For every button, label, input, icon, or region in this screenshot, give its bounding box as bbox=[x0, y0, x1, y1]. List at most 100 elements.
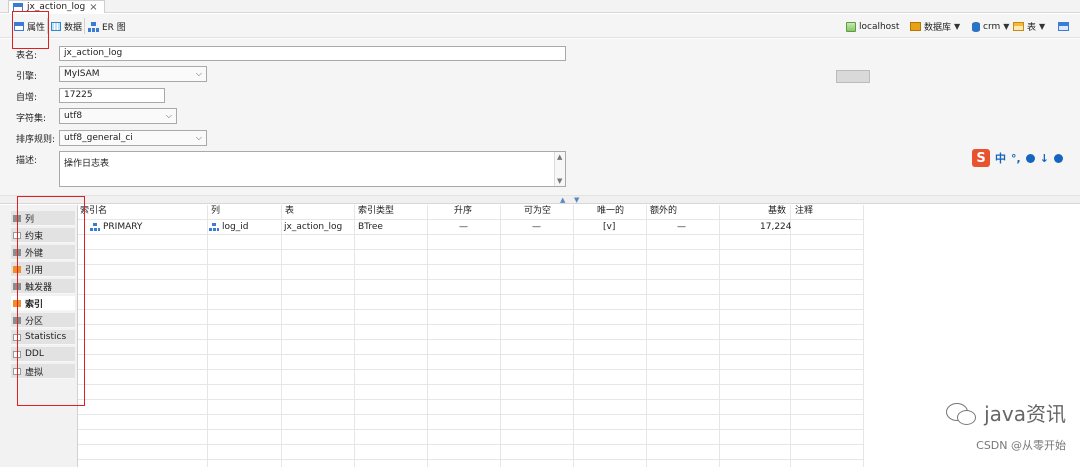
cell-index-type[interactable]: BTree bbox=[358, 220, 383, 234]
subtab-label: 索引 bbox=[25, 299, 44, 310]
panel-splitter[interactable]: ▲ ▼ bbox=[0, 195, 1080, 204]
triggers-icon bbox=[13, 282, 21, 290]
er-diagram-icon bbox=[88, 21, 99, 32]
microphone-icon[interactable]: ↓ bbox=[1040, 152, 1049, 165]
table-icon bbox=[14, 22, 24, 31]
grid-divider bbox=[78, 279, 863, 280]
cell-table[interactable]: jx_action_log bbox=[284, 220, 342, 234]
watermark: java资讯 bbox=[946, 398, 1066, 427]
database-selector[interactable]: 数据库 ▼ bbox=[910, 19, 960, 34]
cell-extra[interactable]: — bbox=[677, 220, 686, 234]
cell-column[interactable]: log_id bbox=[209, 220, 248, 234]
punctuation-icon[interactable]: °, bbox=[1011, 152, 1021, 165]
subtab-constraints[interactable]: 约束 bbox=[11, 228, 75, 243]
subtab-label: DDL bbox=[25, 349, 44, 359]
column-header-nullable[interactable]: 可为空 bbox=[524, 205, 551, 218]
watermark-source: CSDN @从零开始 bbox=[976, 439, 1066, 452]
subtab-partitions[interactable]: 分区 bbox=[11, 313, 75, 328]
grid-divider bbox=[427, 205, 428, 467]
cell-unique[interactable]: [v] bbox=[603, 220, 615, 234]
table-icon bbox=[1013, 22, 1024, 31]
grid-divider bbox=[500, 205, 501, 467]
description-textarea[interactable]: 操作日志表 ▲ ▼ bbox=[59, 151, 566, 187]
virtual-icon bbox=[13, 367, 21, 375]
chevron-down-icon: ▼ bbox=[1003, 22, 1010, 31]
tab-data[interactable]: 数据 bbox=[51, 19, 82, 34]
subtab-columns[interactable]: 列 bbox=[11, 211, 75, 226]
tab-er-diagram[interactable]: ER 图 bbox=[88, 19, 126, 34]
collation-value: utf8_general_ci bbox=[64, 133, 133, 143]
collation-select[interactable]: utf8_general_ci ⌵ bbox=[59, 130, 207, 146]
chevron-down-icon: ⌵ bbox=[195, 133, 202, 142]
wechat-icon bbox=[946, 401, 977, 425]
subtab-ddl[interactable]: DDL bbox=[11, 347, 75, 362]
subtab-indexes[interactable]: 索引 bbox=[11, 296, 75, 311]
column-header-table[interactable]: 表 bbox=[285, 205, 294, 218]
column-header-extra[interactable]: 额外的 bbox=[650, 205, 677, 218]
database-label: 数据库 bbox=[924, 23, 952, 33]
document-tab[interactable]: jx_action_log × bbox=[8, 0, 105, 13]
floating-tooltip-chip bbox=[836, 70, 870, 83]
description-value: 操作日志表 bbox=[64, 159, 110, 169]
chevron-down-icon: ⌵ bbox=[195, 69, 202, 78]
column-header-ascending[interactable]: 升序 bbox=[454, 205, 472, 218]
toolbar-divider bbox=[84, 18, 85, 34]
table-icon bbox=[1058, 22, 1069, 31]
grid-divider bbox=[573, 205, 574, 467]
scroll-up-icon[interactable]: ▲ bbox=[557, 153, 562, 161]
schema-icon bbox=[972, 21, 980, 32]
subtab-references[interactable]: 引用 bbox=[11, 262, 75, 277]
document-tab-title: jx_action_log bbox=[27, 2, 86, 12]
subtab-triggers[interactable]: 触发器 bbox=[11, 279, 75, 294]
column-header-index-name[interactable]: 索引名 bbox=[80, 205, 107, 218]
toolbar-divider bbox=[47, 18, 48, 34]
collapse-down-icon[interactable]: ▼ bbox=[574, 196, 579, 204]
grid-divider bbox=[719, 205, 720, 467]
ime-language-indicator[interactable]: 中 bbox=[995, 150, 1006, 166]
engine-select[interactable]: MyISAM ⌵ bbox=[59, 66, 207, 82]
scroll-down-icon[interactable]: ▼ bbox=[557, 177, 562, 185]
textarea-scrollbar[interactable]: ▲ ▼ bbox=[554, 152, 565, 186]
charset-label: 字符集: bbox=[16, 114, 47, 124]
grid-divider bbox=[78, 219, 863, 220]
subtab-statistics[interactable]: Statistics bbox=[11, 330, 75, 345]
host-label: localhost bbox=[859, 21, 900, 32]
table-name-field[interactable]: jx_action_log bbox=[59, 46, 566, 61]
grid-divider bbox=[790, 205, 791, 467]
table-row[interactable]: PRIMARY bbox=[90, 220, 142, 234]
subtab-virtual[interactable]: 虚拟 bbox=[11, 364, 75, 379]
tab-properties[interactable]: 属性 bbox=[14, 19, 45, 34]
auto-increment-field[interactable]: 17225 bbox=[59, 88, 165, 103]
column-header-index-type[interactable]: 索引类型 bbox=[358, 205, 394, 218]
chevron-down-icon: ▼ bbox=[954, 22, 961, 31]
references-icon bbox=[13, 265, 21, 273]
grid-divider bbox=[78, 384, 863, 385]
constraints-icon bbox=[13, 231, 21, 239]
collapse-up-icon[interactable]: ▲ bbox=[560, 196, 565, 204]
emoji-icon[interactable] bbox=[1025, 153, 1035, 163]
subtab-label: 列 bbox=[25, 214, 35, 225]
column-header-column[interactable]: 列 bbox=[211, 205, 220, 218]
grid-divider bbox=[78, 414, 863, 415]
keyboard-icon[interactable] bbox=[1053, 153, 1063, 163]
cell-cardinality[interactable]: 17,224 bbox=[760, 220, 792, 234]
host-selector[interactable]: localhost bbox=[846, 19, 899, 34]
table-overflow-button[interactable] bbox=[1058, 19, 1069, 34]
editor-toolbar: 属性 数据 ER 图 localhost 数据库 ▼ crm ▼ 表 ▼ bbox=[0, 14, 1080, 38]
column-header-unique[interactable]: 唯一的 bbox=[597, 205, 624, 218]
description-label: 描述: bbox=[16, 156, 38, 166]
database-icon bbox=[910, 22, 921, 31]
grid-divider bbox=[281, 205, 282, 467]
charset-select[interactable]: utf8 ⌵ bbox=[59, 108, 177, 124]
column-header-cardinality[interactable]: 基数 bbox=[768, 205, 786, 218]
cell-ascending[interactable]: — bbox=[459, 220, 468, 234]
columns-icon bbox=[13, 214, 21, 222]
cell-nullable[interactable]: — bbox=[532, 220, 541, 234]
table-selector[interactable]: 表 ▼ bbox=[1013, 19, 1045, 34]
schema-selector[interactable]: crm ▼ bbox=[972, 19, 1009, 34]
statistics-icon bbox=[13, 333, 21, 341]
close-icon[interactable]: × bbox=[89, 2, 97, 13]
subtab-foreign-keys[interactable]: 外键 bbox=[11, 245, 75, 260]
foreign-key-icon bbox=[13, 248, 21, 256]
column-header-comment[interactable]: 注释 bbox=[795, 205, 813, 218]
